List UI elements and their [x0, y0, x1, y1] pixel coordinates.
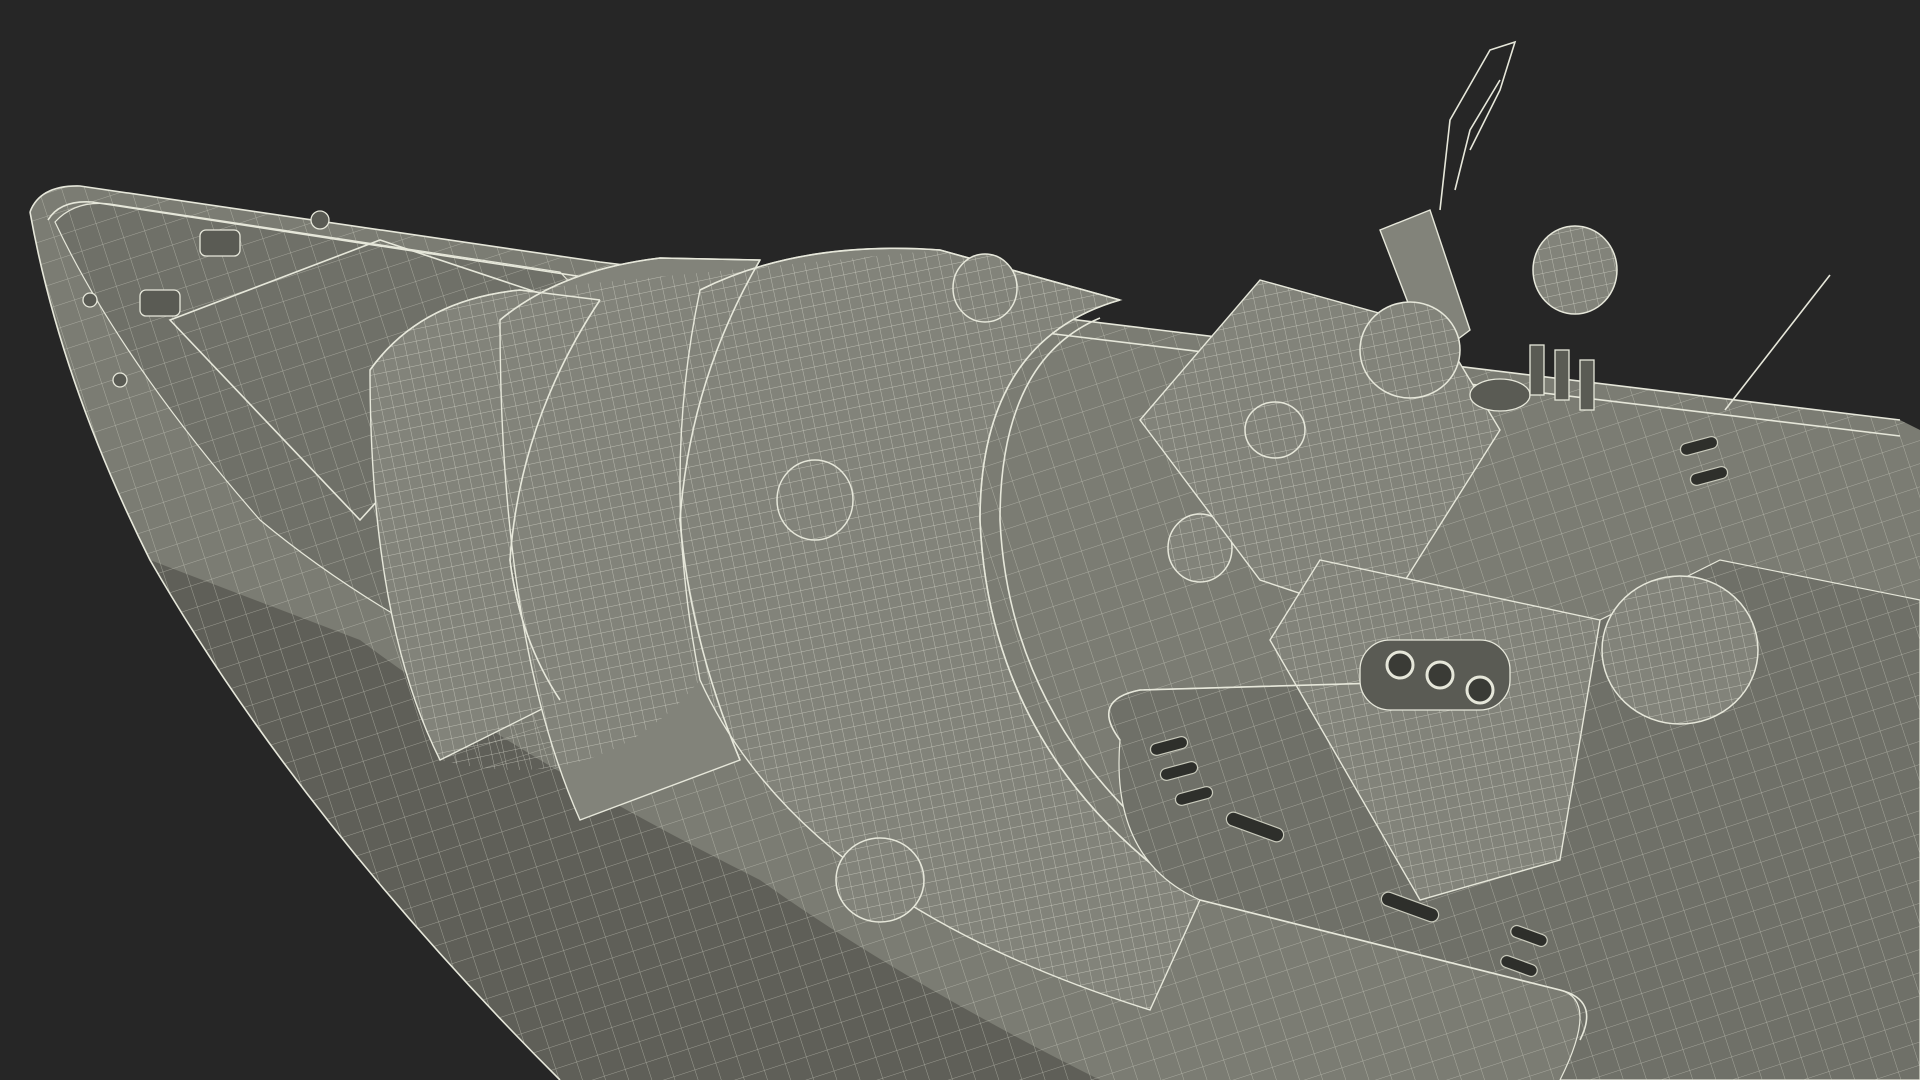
radome-mid	[776, 459, 854, 541]
mast-antenna	[1439, 40, 1517, 211]
mast-dome-right	[1532, 225, 1618, 315]
whip-antenna	[1724, 274, 1831, 411]
launcher-tubes	[1359, 639, 1511, 711]
mast-dome-left	[1359, 301, 1461, 399]
bollard-2	[82, 292, 98, 308]
aft-dome	[1601, 575, 1759, 725]
render-viewport	[0, 0, 1920, 1080]
radome-front	[952, 253, 1018, 323]
yacht-wireframe-render	[29, 40, 1920, 1080]
anchor-winch-right	[139, 289, 181, 317]
radome-hull	[835, 837, 925, 923]
anchor-winch-left	[199, 229, 241, 257]
bollard-1	[310, 210, 330, 230]
bollard-3	[112, 372, 128, 388]
mast-dome-small	[1244, 401, 1306, 459]
